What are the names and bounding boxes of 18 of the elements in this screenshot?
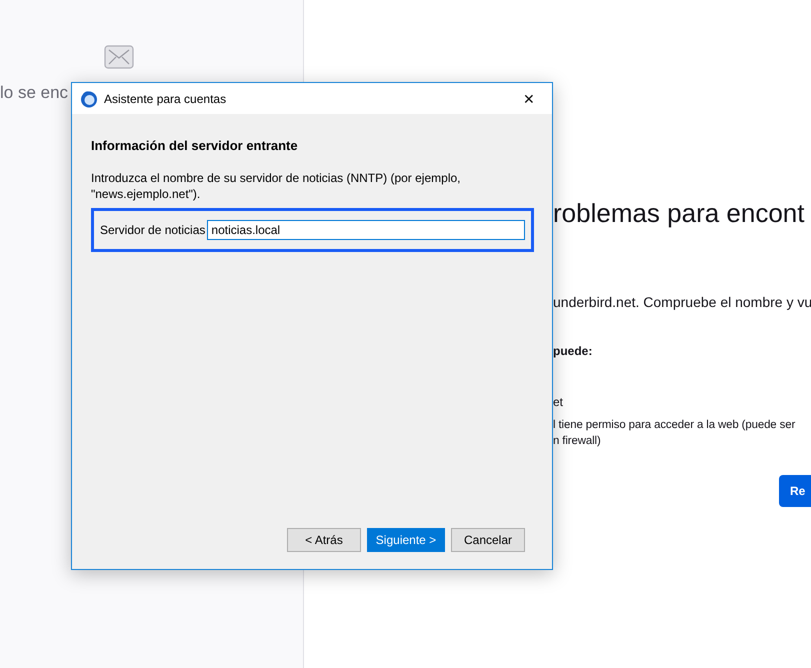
window-title: Asistente para cuentas: [104, 92, 228, 106]
field-label: Servidor de noticias: [100, 223, 206, 237]
page-heading: roblemas para encont: [553, 198, 806, 229]
input-field[interactable]: noticias.local: [207, 220, 525, 240]
page-text: et: [553, 394, 564, 411]
page-text: puede:: [553, 343, 594, 360]
close-button[interactable]: ✕: [506, 83, 552, 114]
page-button[interactable]: Re: [779, 475, 811, 507]
section-heading: Información del servidor entrante: [91, 138, 299, 153]
page-text: l tiene permiso para acceder a la web (puede ser n firewall): [553, 418, 796, 449]
envelope-icon: [104, 45, 134, 69]
page-text: underbird.net. Compruebe el nombre y vu: [553, 294, 811, 311]
dialog-button[interactable]: < Atrás: [287, 528, 361, 552]
sidebar-text: lo se enc: [0, 83, 68, 103]
description-text: Introduzca el nombre de su servidor de noticias (NNTP) (por ejemplo, "news.ejemplo.net").: [91, 170, 462, 202]
next-button[interactable]: Siguiente >: [367, 528, 445, 552]
dialog-button[interactable]: Cancelar: [451, 528, 525, 552]
app-logo-icon: [80, 90, 98, 108]
